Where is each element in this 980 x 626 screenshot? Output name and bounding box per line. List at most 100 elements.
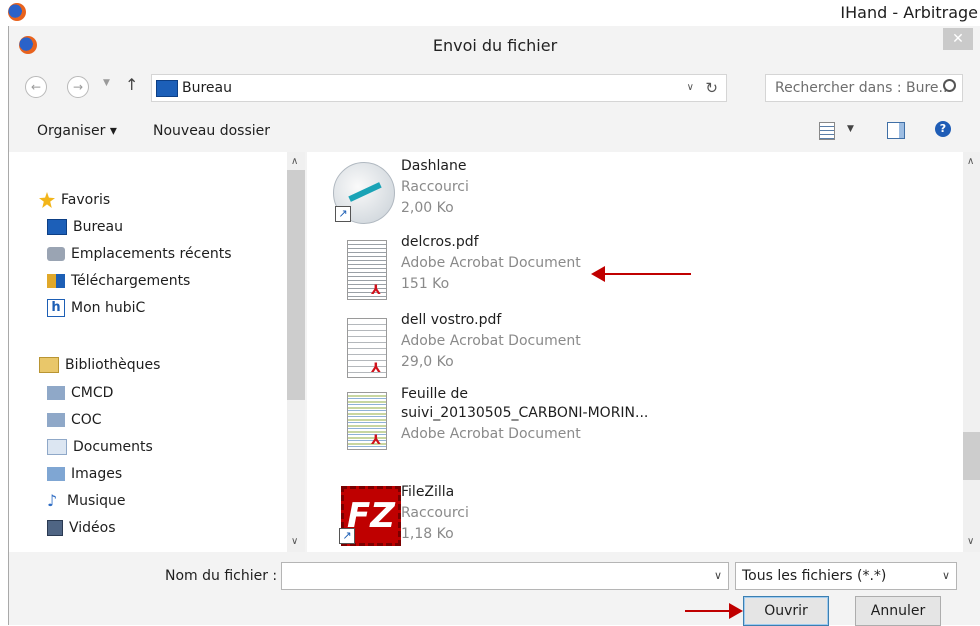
file-size: 2,00 Ko <box>401 200 454 216</box>
scroll-down-icon[interactable]: ∨ <box>291 536 298 547</box>
filename-label: Nom du fichier : <box>165 568 278 584</box>
acrobat-icon: ⅄ <box>371 361 381 376</box>
view-options-icon[interactable] <box>819 122 835 140</box>
background-browser-bar: IHand - Arbitrage <box>0 0 980 26</box>
nav-item-bureau[interactable]: Bureau <box>47 215 123 239</box>
nav-favorites[interactable]: Favoris <box>39 188 110 212</box>
shortcut-arrow-icon: ↗ <box>335 206 351 222</box>
nav-item-label: Documents <box>73 439 153 455</box>
forward-arrow-icon: → <box>72 80 84 94</box>
view-dropdown-chevron-icon[interactable]: ▼ <box>847 124 854 134</box>
shortcut-arrow-icon: ↗ <box>339 528 355 544</box>
file-size: 29,0 Ko <box>401 354 454 370</box>
filter-dropdown-chevron-icon[interactable]: ∨ <box>942 563 950 589</box>
videos-library-icon <box>47 520 63 536</box>
file-item-feuille-de-suivi[interactable]: ⅄ Feuille de suivi_20130505_CARBONI-MORI… <box>331 386 891 458</box>
annotation-arrow-head <box>591 266 605 282</box>
scroll-up-icon[interactable]: ∧ <box>291 156 298 167</box>
address-location: Bureau <box>182 80 232 96</box>
file-upload-dialog: Envoi du fichier ✕ ← → ▼ ↑ Bureau ∨ ↻ Re… <box>8 26 980 626</box>
up-arrow-icon[interactable]: ↑ <box>125 75 138 94</box>
desktop-folder-icon <box>156 80 178 97</box>
recent-places-icon <box>47 247 65 261</box>
scroll-down-icon[interactable]: ∨ <box>967 536 974 547</box>
address-bar[interactable]: Bureau ∨ ↻ <box>151 74 727 102</box>
annotation-arrow-shaft <box>685 610 733 612</box>
hubic-icon: h <box>47 299 65 317</box>
nav-item-label: Emplacements récents <box>71 246 232 262</box>
cancel-button[interactable]: Annuler <box>855 596 941 626</box>
filename-field[interactable]: ∨ <box>281 562 729 590</box>
dialog-title: Envoi du fichier <box>432 36 558 55</box>
search-icon[interactable] <box>943 79 956 92</box>
file-type-filter-value: Tous les fichiers (*.*) <box>742 568 887 584</box>
file-list-scrollbar[interactable]: ∧ ∨ <box>963 152 980 552</box>
file-item-dell-vostro-pdf[interactable]: ⅄ dell vostro.pdf Adobe Acrobat Document… <box>331 312 891 384</box>
help-icon[interactable]: ? <box>935 121 951 137</box>
desktop-icon <box>47 219 67 235</box>
filename-dropdown-chevron-icon[interactable]: ∨ <box>714 563 722 589</box>
nav-item-recent-places[interactable]: Emplacements récents <box>47 242 232 266</box>
nav-item-coc[interactable]: COC <box>47 408 102 432</box>
file-type: Raccourci <box>401 505 469 521</box>
close-button[interactable]: ✕ <box>943 28 973 50</box>
nav-libraries[interactable]: Bibliothèques <box>39 353 160 377</box>
nav-item-hubic[interactable]: h Mon hubiC <box>47 296 145 320</box>
nav-item-cmcd[interactable]: CMCD <box>47 381 113 405</box>
back-arrow-icon: ← <box>30 80 42 94</box>
new-folder-button[interactable]: Nouveau dossier <box>153 112 270 150</box>
acrobat-icon: ⅄ <box>371 433 381 448</box>
scroll-up-icon[interactable]: ∧ <box>967 156 974 167</box>
file-size: 151 Ko <box>401 276 450 292</box>
nav-item-label: CMCD <box>71 385 114 401</box>
nav-item-images[interactable]: Images <box>47 462 122 486</box>
nav-item-videos[interactable]: Vidéos <box>47 516 116 540</box>
open-button[interactable]: Ouvrir <box>743 596 829 626</box>
address-dropdown-chevron-icon[interactable]: ∨ <box>687 75 694 101</box>
organize-menu[interactable]: Organiser ▾ <box>37 112 117 150</box>
back-button[interactable]: ← <box>25 76 47 98</box>
dashlane-bird-shape <box>348 182 382 202</box>
nav-item-music[interactable]: ♪ Musique <box>47 489 126 513</box>
nav-scrollbar[interactable]: ∧ ∨ <box>287 152 305 552</box>
libraries-icon <box>39 357 59 373</box>
recent-locations-chevron-icon[interactable]: ▼ <box>103 78 110 88</box>
navigation-pane: Favoris Bureau Emplacements récents Télé… <box>9 152 305 552</box>
nav-item-downloads[interactable]: Téléchargements <box>47 269 190 293</box>
favorites-label: Favoris <box>61 192 111 208</box>
file-name: Dashlane <box>401 158 467 174</box>
search-input[interactable]: Rechercher dans : Bure... <box>775 75 952 101</box>
file-name: dell vostro.pdf <box>401 312 502 328</box>
file-item-dashlane[interactable]: ↗ Dashlane Raccourci 2,00 Ko <box>331 158 891 228</box>
nav-item-label: Téléchargements <box>71 273 191 289</box>
file-item-delcros-pdf[interactable]: ⅄ delcros.pdf Adobe Acrobat Document 151… <box>331 234 891 306</box>
nav-item-label: Musique <box>67 493 126 509</box>
annotation-arrow-head <box>729 603 743 619</box>
file-name: delcros.pdf <box>401 234 479 250</box>
nav-item-label: COC <box>71 412 102 428</box>
file-name-line2: suivi_20130505_CARBONI-MORIN... <box>401 405 649 421</box>
file-scroll-thumb[interactable] <box>963 432 980 480</box>
dialog-footer: Nom du fichier : ∨ Tous les fichiers (*.… <box>9 552 980 626</box>
music-note-icon: ♪ <box>47 491 58 510</box>
nav-scroll-thumb[interactable] <box>287 170 305 400</box>
nav-item-label: Images <box>71 466 123 482</box>
library-icon <box>47 413 65 427</box>
nav-item-label: Mon hubiC <box>71 300 146 316</box>
file-type-filter[interactable]: Tous les fichiers (*.*) ∨ <box>735 562 957 590</box>
acrobat-icon: ⅄ <box>371 283 381 298</box>
documents-library-icon <box>47 439 67 455</box>
star-icon <box>39 192 55 208</box>
file-type: Adobe Acrobat Document <box>401 333 581 349</box>
preview-pane-icon[interactable] <box>887 122 905 139</box>
library-icon <box>47 386 65 400</box>
refresh-icon[interactable]: ↻ <box>705 75 718 101</box>
file-list-pane: ↗ Dashlane Raccourci 2,00 Ko ⅄ delcros.p… <box>307 152 980 552</box>
file-item-filezilla[interactable]: FZ ↗ FileZilla Raccourci 1,18 Ko <box>331 462 891 546</box>
forward-button[interactable]: → <box>67 76 89 98</box>
file-name: Feuille de <box>401 386 469 402</box>
file-name: FileZilla <box>401 484 455 500</box>
nav-item-documents[interactable]: Documents <box>47 435 153 459</box>
firefox-icon <box>8 3 26 21</box>
search-box[interactable]: Rechercher dans : Bure... <box>765 74 963 102</box>
